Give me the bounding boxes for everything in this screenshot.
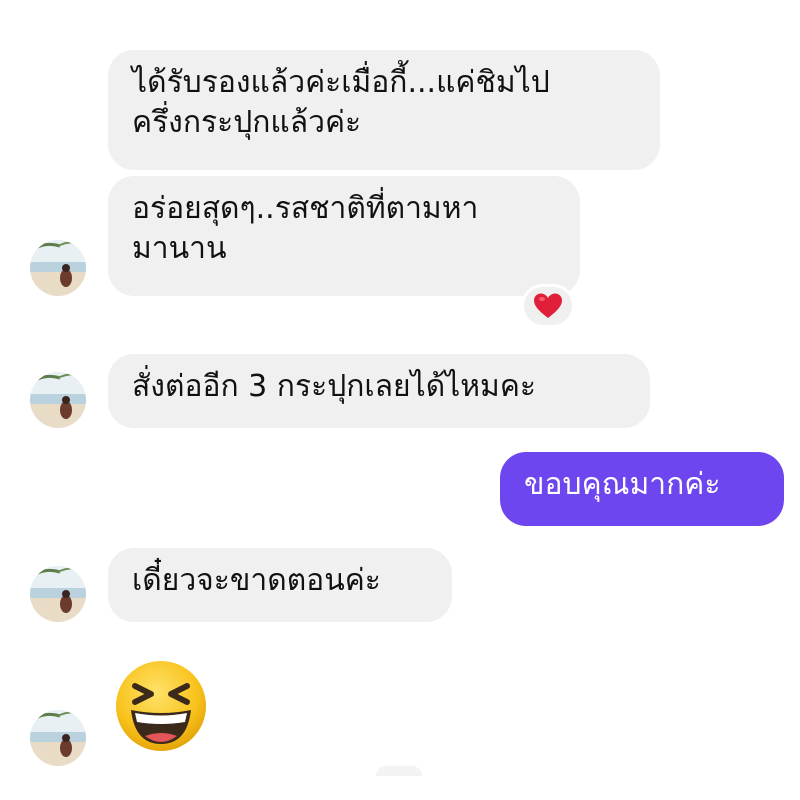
- message-text-line: ขอบคุณมากค่ะ: [524, 467, 721, 502]
- message-bubble-incoming[interactable]: อร่อยสุดๆ..รสชาติที่ตามหา มานาน: [108, 176, 580, 296]
- message-text-line: เดี๋ยวจะขาดตอนค่ะ: [132, 563, 381, 598]
- message-bubble-incoming[interactable]: ได้รับรองแล้วค่ะเมื่อกี้...แค่ชิมไป ครึ่…: [108, 50, 660, 170]
- grinning-squinting-face-icon: [116, 661, 206, 751]
- cropped-element-hint: [376, 766, 422, 776]
- message-text-line: อร่อยสุดๆ..รสชาติที่ตามหา: [132, 191, 479, 226]
- message-text-line: ครึ่งกระปุกแล้วค่ะ: [132, 105, 362, 140]
- message-bubble-outgoing[interactable]: ขอบคุณมากค่ะ: [500, 452, 784, 526]
- beach-photo-avatar: [30, 240, 86, 296]
- message-text-line: มานาน: [132, 231, 227, 266]
- contact-avatar[interactable]: [30, 566, 86, 622]
- message-text-line: สั่งต่ออีก 3 กระปุกเลยได้ไหมคะ: [132, 369, 537, 404]
- beach-photo-avatar: [30, 710, 86, 766]
- contact-avatar[interactable]: [30, 710, 86, 766]
- message-text-line: ได้รับรองแล้วค่ะเมื่อกี้...แค่ชิมไป: [132, 65, 550, 100]
- contact-avatar[interactable]: [30, 240, 86, 296]
- beach-photo-avatar: [30, 566, 86, 622]
- beach-photo-avatar: [30, 372, 86, 428]
- heart-icon: [534, 293, 562, 318]
- contact-avatar[interactable]: [30, 372, 86, 428]
- emoji-message[interactable]: [113, 658, 209, 754]
- message-bubble-incoming[interactable]: สั่งต่ออีก 3 กระปุกเลยได้ไหมคะ: [108, 354, 650, 428]
- message-reaction[interactable]: [521, 284, 575, 328]
- message-bubble-incoming[interactable]: เดี๋ยวจะขาดตอนค่ะ: [108, 548, 452, 622]
